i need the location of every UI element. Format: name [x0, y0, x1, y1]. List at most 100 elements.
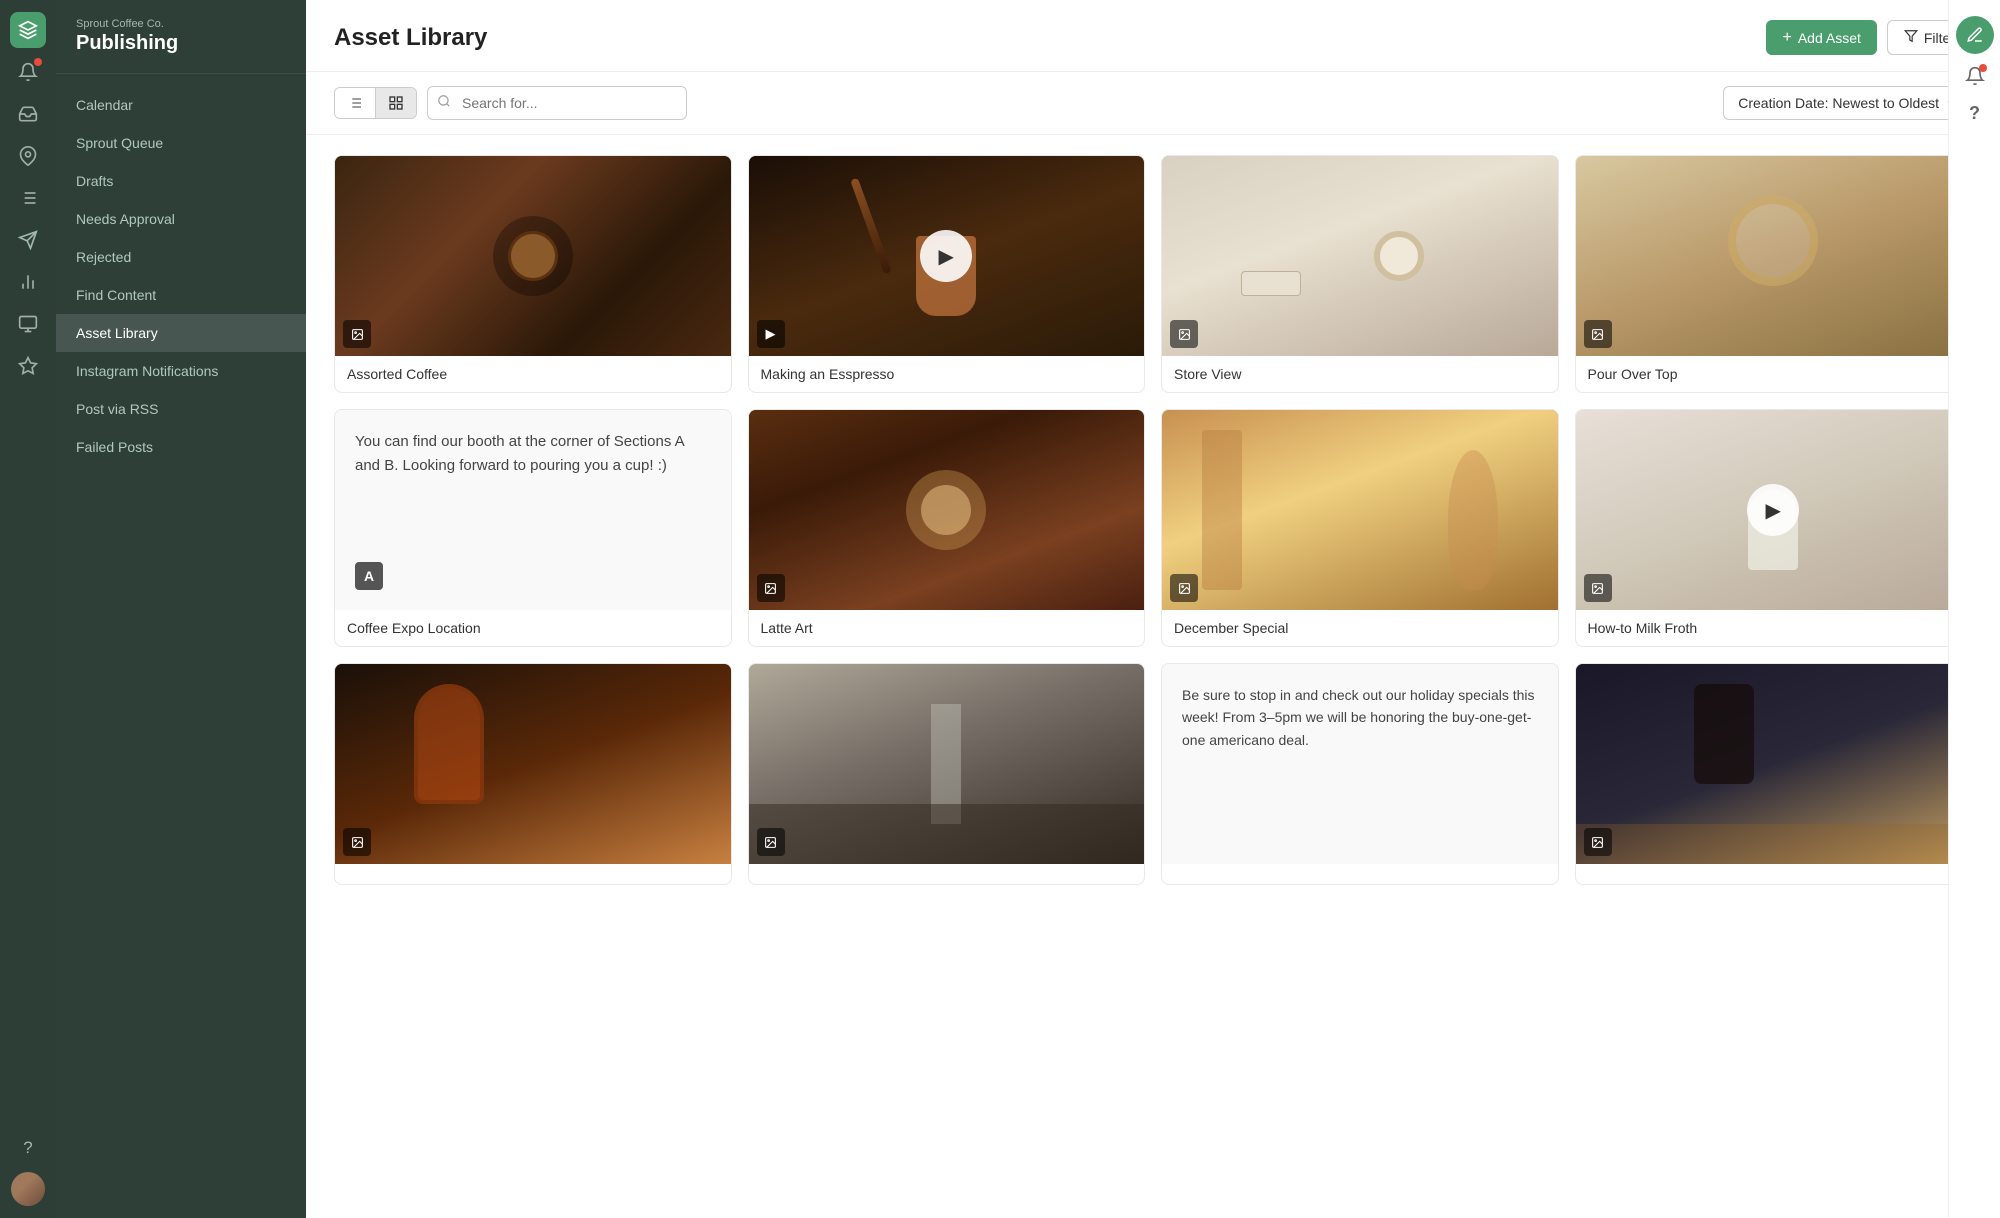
asset-title — [1576, 864, 1972, 884]
avatar[interactable] — [11, 1172, 45, 1206]
inbox-icon[interactable] — [10, 96, 46, 132]
asset-title: December Special — [1162, 610, 1558, 646]
video-type-badge — [1584, 574, 1612, 602]
header-actions: + Add Asset Filter — [1766, 20, 1972, 55]
sidebar-item-asset-library[interactable]: Asset Library — [56, 314, 306, 352]
asset-title: Store View — [1162, 356, 1558, 392]
asset-card[interactable]: Store View — [1161, 155, 1559, 393]
analytics-icon[interactable] — [10, 264, 46, 300]
page-title: Asset Library — [334, 24, 487, 52]
sidebar-item-instagram-notifications[interactable]: Instagram Notifications — [56, 352, 306, 390]
asset-card[interactable]: ▶ ▶ Making an Esspresso — [748, 155, 1146, 393]
list-view-button[interactable] — [335, 88, 375, 118]
view-toggle — [334, 87, 417, 119]
asset-thumbnail — [335, 664, 731, 864]
image-type-badge — [1584, 828, 1612, 856]
asset-thumbnail — [1576, 156, 1972, 356]
publishing-icon[interactable] — [10, 12, 46, 48]
asset-card[interactable] — [748, 663, 1146, 885]
asset-thumbnail: ▶ ▶ — [749, 156, 1145, 356]
sidebar-item-rejected[interactable]: Rejected — [56, 238, 306, 276]
grid-view-button[interactable] — [375, 88, 416, 118]
asset-title: How-to Milk Froth — [1576, 610, 1972, 646]
asset-title: Making an Esspresso — [749, 356, 1145, 392]
asset-title: Latte Art — [749, 610, 1145, 646]
asset-card[interactable]: Pour Over Top — [1575, 155, 1973, 393]
asset-thumbnail — [1162, 156, 1558, 356]
image-type-badge — [757, 574, 785, 602]
asset-thumbnail: You can find our booth at the corner of … — [335, 410, 731, 610]
right-notification-dot — [1979, 64, 1987, 72]
image-type-badge — [343, 828, 371, 856]
asset-title: Coffee Expo Location — [335, 610, 731, 646]
pin-icon[interactable] — [10, 138, 46, 174]
add-asset-button[interactable]: + Add Asset — [1766, 20, 1876, 55]
asset-card[interactable]: December Special — [1161, 409, 1559, 647]
toolbar: Creation Date: Newest to Oldest — [306, 72, 2000, 135]
image-type-badge — [757, 828, 785, 856]
right-notification-icon[interactable] — [1965, 66, 1985, 91]
help-icon[interactable]: ? — [10, 1130, 46, 1166]
send-icon[interactable] — [10, 222, 46, 258]
sidebar-item-sprout-queue[interactable]: Sprout Queue — [56, 124, 306, 162]
asset-title: Assorted Coffee — [335, 356, 731, 392]
right-help-icon[interactable]: ? — [1969, 103, 1980, 124]
search-input[interactable] — [427, 86, 687, 120]
sidebar-item-calendar[interactable]: Calendar — [56, 86, 306, 124]
sort-dropdown[interactable]: Creation Date: Newest to Oldest — [1723, 86, 1972, 120]
list-icon[interactable] — [10, 180, 46, 216]
sidebar-item-find-content[interactable]: Find Content — [56, 276, 306, 314]
text-asset-badge: A — [355, 562, 383, 590]
plus-icon: + — [1782, 29, 1791, 47]
toolbar-left — [334, 86, 687, 120]
asset-thumbnail — [335, 156, 731, 356]
image-type-badge — [1170, 320, 1198, 348]
main-content: Asset Library + Add Asset Filter — [306, 0, 2000, 1218]
asset-thumbnail: Be sure to stop in and check out our hol… — [1162, 664, 1558, 864]
asset-thumbnail: ▶ — [1576, 410, 1972, 610]
asset-card[interactable]: Be sure to stop in and check out our hol… — [1161, 663, 1559, 885]
asset-title: Pour Over Top — [1576, 356, 1972, 392]
search-icon — [437, 94, 451, 112]
sidebar: Sprout Coffee Co. Publishing Calendar Sp… — [56, 0, 306, 1218]
asset-thumbnail — [1162, 410, 1558, 610]
asset-card[interactable]: You can find our booth at the corner of … — [334, 409, 732, 647]
brand-title: Publishing — [76, 32, 286, 55]
notifications-icon[interactable] — [10, 54, 46, 90]
right-panel: ? — [1948, 0, 2000, 1218]
asset-card[interactable] — [334, 663, 732, 885]
asset-thumbnail — [749, 664, 1145, 864]
asset-card[interactable]: Latte Art — [748, 409, 1146, 647]
sidebar-nav: Calendar Sprout Queue Drafts Needs Appro… — [56, 74, 306, 1218]
notification-dot — [34, 58, 42, 66]
image-type-badge — [1584, 320, 1612, 348]
image-type-badge — [1170, 574, 1198, 602]
sidebar-item-needs-approval[interactable]: Needs Approval — [56, 200, 306, 238]
asset-grid: Assorted Coffee ▶ ▶ Making an Esspresso — [334, 155, 1972, 885]
image-type-badge — [343, 320, 371, 348]
sidebar-item-post-via-rss[interactable]: Post via RSS — [56, 390, 306, 428]
asset-card[interactable] — [1575, 663, 1973, 885]
star-icon[interactable] — [10, 348, 46, 384]
sidebar-item-drafts[interactable]: Drafts — [56, 162, 306, 200]
asset-thumbnail — [1576, 664, 1972, 864]
filter-icon — [1904, 29, 1918, 46]
icon-bar: ? — [0, 0, 56, 1218]
asset-card[interactable]: Assorted Coffee — [334, 155, 732, 393]
asset-grid-area: Assorted Coffee ▶ ▶ Making an Esspresso — [306, 135, 2000, 1218]
asset-thumbnail — [749, 410, 1145, 610]
asset-title — [335, 864, 731, 884]
asset-title — [749, 864, 1145, 884]
play-button[interactable]: ▶ — [920, 230, 972, 282]
play-button[interactable]: ▶ — [1747, 484, 1799, 536]
asset-title — [1162, 864, 1558, 884]
brand-area: Sprout Coffee Co. Publishing — [56, 0, 306, 74]
video-type-badge: ▶ — [757, 320, 785, 348]
sidebar-item-failed-posts[interactable]: Failed Posts — [56, 428, 306, 466]
asset-card[interactable]: ▶ How-to Milk Froth — [1575, 409, 1973, 647]
compose-button[interactable] — [1956, 16, 1994, 54]
brand-sub: Sprout Coffee Co. — [76, 18, 286, 30]
search-wrapper — [427, 86, 687, 120]
reports-icon[interactable] — [10, 306, 46, 342]
main-header: Asset Library + Add Asset Filter — [306, 0, 2000, 72]
